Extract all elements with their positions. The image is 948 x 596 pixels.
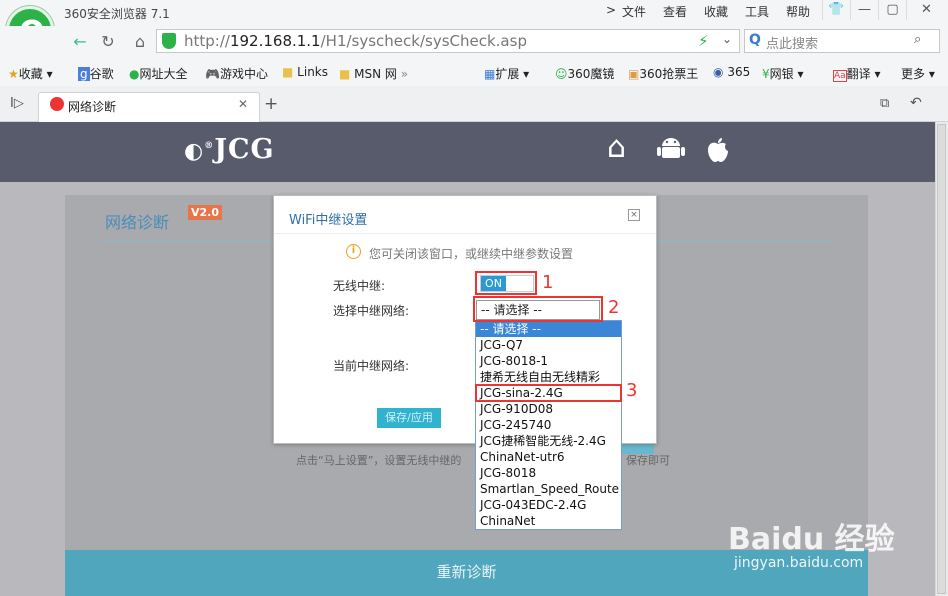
menu-help[interactable]: 帮助 <box>786 3 810 20</box>
network-dropdown-list[interactable]: -- 请选择 -- JCG-Q7 JCG-8018-1 捷希无线自由无线精彩 J… <box>475 320 622 530</box>
dialog-close-icon[interactable]: × <box>628 209 640 221</box>
bookmark-360-mirror[interactable]: ☺360魔镜 <box>555 65 614 82</box>
dropdown-option[interactable]: Smartlan_Speed_Route <box>476 481 621 497</box>
dropdown-option[interactable]: 捷希无线自由无线精彩 <box>476 369 621 385</box>
dropdown-option[interactable]: JCG-910D08 <box>476 401 621 417</box>
bookmark-site-directory[interactable]: ●网址大全 <box>129 65 188 82</box>
brand-logo: ◐®JCG <box>184 134 275 165</box>
bookmark-360-ticket[interactable]: ▣360抢票王 <box>628 65 698 82</box>
dropdown-option[interactable]: JCG捷稀智能无线-2.4G <box>476 433 621 449</box>
tab-close-icon[interactable]: ✕ <box>238 97 248 111</box>
card-title: 网络诊断 <box>105 213 170 232</box>
bookmark-game-center[interactable]: 🎮游戏中心 <box>205 65 268 82</box>
new-tab-icon[interactable]: + <box>264 94 278 114</box>
dropdown-option[interactable]: ChinaNet <box>476 513 621 529</box>
chevron-right-icon: > <box>606 3 617 17</box>
secure-shield-icon <box>162 33 176 49</box>
bookmark-google[interactable]: g 谷歌 <box>78 65 114 82</box>
baidu-watermark: Baidu 经验 <box>728 522 895 557</box>
dropdown-option[interactable]: -- 请选择 -- <box>476 321 621 337</box>
annotation-number-2: 2 <box>608 297 620 318</box>
bookmark-links[interactable]: ■ Links <box>282 65 328 79</box>
router-header <box>0 122 935 182</box>
back-icon[interactable]: ← <box>68 30 92 54</box>
tab-label: 网络诊断 <box>68 100 117 114</box>
dropdown-option[interactable]: JCG-043EDC-2.4G <box>476 497 621 513</box>
version-badge: V2.0 <box>188 205 222 220</box>
bookmark-extensions[interactable]: ▦扩展 ▾ <box>484 65 529 82</box>
menu-favorites[interactable]: 收藏 <box>704 3 728 20</box>
dialog-info-text: 您可关闭该窗口，或继续中继参数设置 <box>369 247 574 261</box>
maximize-icon[interactable]: ▢ <box>878 0 906 20</box>
bookmark-favorites[interactable]: ★收藏 ▾ <box>8 65 53 82</box>
save-apply-button[interactable]: 保存/应用 <box>377 408 441 428</box>
bookmark-online-bank[interactable]: ¥网银 ▾ <box>762 65 804 82</box>
dialog-divider <box>274 233 656 234</box>
app-title: 360安全浏览器 7.1 <box>64 7 170 21</box>
dropdown-option[interactable]: JCG-8018-1 <box>476 353 621 369</box>
home-nav-icon[interactable]: ⌂ <box>607 132 626 164</box>
bookmark-365[interactable]: ◉ 365 <box>713 65 750 79</box>
undo-close-icon[interactable]: ↶ <box>910 95 922 111</box>
wireless-relay-label: 无线中继: <box>333 279 386 293</box>
close-window-icon[interactable]: ✕ <box>906 0 946 20</box>
annotation-box-toggle <box>475 271 537 295</box>
sidebar-toggle-icon[interactable]: I▷ <box>10 96 24 111</box>
scrollbar-thumb[interactable] <box>937 124 946 594</box>
bookmark-msn[interactable]: ■ MSN 网 » <box>339 65 408 82</box>
search-icon[interactable]: ⌕ <box>914 32 921 47</box>
annotation-number-3: 3 <box>626 380 638 401</box>
watermark-url: jingyan.baidu.com <box>734 555 864 571</box>
lightning-icon[interactable]: ⚡ <box>698 32 709 50</box>
menu-file[interactable]: 文件 <box>622 3 646 20</box>
menu-tools[interactable]: 工具 <box>745 3 769 20</box>
dropdown-option[interactable]: JCG-245740 <box>476 417 621 433</box>
select-network-label: 选择中继网络: <box>333 304 410 318</box>
annotation-box-option <box>475 384 622 402</box>
hint-text-right: 保存即可 <box>626 454 670 467</box>
bookmark-translate[interactable]: Aa翻译 ▾ <box>833 65 881 82</box>
skin-icon[interactable]: 👕 <box>822 0 850 20</box>
url-text[interactable]: http://192.168.1.1/H1/syscheck/sysCheck.… <box>184 32 527 50</box>
minimize-icon[interactable]: — <box>850 0 878 20</box>
android-icon[interactable] <box>656 136 686 162</box>
annotation-number-1: 1 <box>542 272 554 293</box>
dropdown-option[interactable]: JCG-Q7 <box>476 337 621 353</box>
search-engine-icon[interactable]: Q <box>749 32 761 48</box>
dropdown-option[interactable]: ChinaNet-utr6 <box>476 449 621 465</box>
info-icon: i <box>346 244 361 259</box>
menu-view[interactable]: 查看 <box>663 3 687 20</box>
apple-icon[interactable] <box>704 136 732 164</box>
current-network-label: 当前中继网络: <box>333 359 410 373</box>
annotation-box-select <box>473 296 603 322</box>
bookmark-more[interactable]: 更多 ▾ <box>901 65 935 82</box>
restore-tabs-icon[interactable]: ⧉ <box>880 96 889 111</box>
tab-favicon-icon <box>50 97 64 111</box>
home-icon[interactable]: ⌂ <box>128 30 152 54</box>
chevron-down-icon[interactable]: ⌄ <box>722 32 732 46</box>
dialog-title: WiFi中继设置 <box>289 213 368 228</box>
refresh-icon[interactable]: ↻ <box>96 30 120 54</box>
search-placeholder: 点此搜索 <box>766 37 819 52</box>
dropdown-option[interactable]: JCG-8018 <box>476 465 621 481</box>
